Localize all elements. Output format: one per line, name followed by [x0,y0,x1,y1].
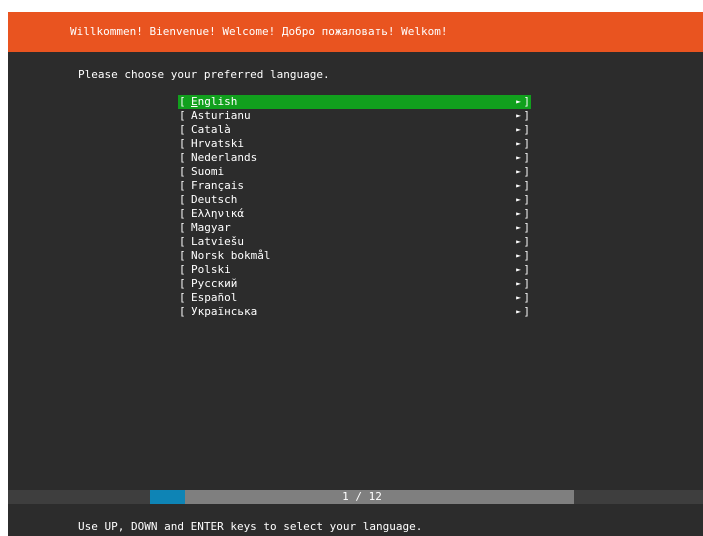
bracket-left: [ [179,123,186,136]
language-option-deutsch[interactable]: [ Deutsch ►] [178,193,531,207]
bracket-left: [ [179,137,186,150]
language-label: Asturianu [191,109,251,122]
language-label: Norsk bokmål [191,249,271,262]
bracket-right: ] [523,249,530,262]
bracket-right: ] [523,305,530,318]
language-option-español[interactable]: [ Español ►] [178,291,531,305]
bracket-right: ] [523,137,530,150]
language-label: Suomi [191,165,225,178]
progress-label: 1 / 12 [342,490,382,503]
bracket-left: [ [179,249,186,262]
language-label: Ελληνικά [191,207,244,220]
submenu-arrow-icon: ► [516,279,521,288]
submenu-arrow-icon: ► [516,97,521,106]
submenu-arrow-icon: ► [516,237,521,246]
submenu-arrow-icon: ► [516,153,521,162]
language-option-українська[interactable]: [ Українська ►] [178,305,531,319]
bracket-left: [ [179,291,186,304]
language-option-català[interactable]: [ Català ►] [178,123,531,137]
language-option-suomi[interactable]: [ Suomi ►] [178,165,531,179]
language-option-magyar[interactable]: [ Magyar ►] [178,221,531,235]
footer-help-text: Use UP, DOWN and ENTER keys to select yo… [78,520,423,533]
bracket-left: [ [179,277,186,290]
bracket-left: [ [179,207,186,220]
bracket-left: [ [179,221,186,234]
bracket-left: [ [179,235,186,248]
bracket-right: ] [523,263,530,276]
submenu-arrow-icon: ► [516,223,521,232]
bracket-right: ] [523,193,530,206]
bracket-left: [ [179,165,186,178]
bracket-left: [ [179,263,186,276]
language-label: Hrvatski [191,137,244,150]
language-label: Deutsch [191,193,238,206]
bracket-right: ] [523,109,530,122]
language-option-english[interactable]: [ English ►] [178,95,531,109]
submenu-arrow-icon: ► [516,251,521,260]
bracket-right: ] [523,165,530,178]
progress-bar: 1 / 12 [8,490,703,504]
bracket-right: ] [523,95,530,108]
language-label: Русский [191,277,238,290]
language-option-nederlands[interactable]: [ Nederlands ►] [178,151,531,165]
submenu-arrow-icon: ► [516,195,521,204]
submenu-arrow-icon: ► [516,209,521,218]
language-option-русский[interactable]: [ Русский ►] [178,277,531,291]
bracket-right: ] [523,123,530,136]
submenu-arrow-icon: ► [516,167,521,176]
language-label: Nederlands [191,151,258,164]
bracket-left: [ [179,179,186,192]
language-label: Українська [191,305,258,318]
bracket-left: [ [179,151,186,164]
submenu-arrow-icon: ► [516,307,521,316]
language-option-norsk-bokmål[interactable]: [ Norsk bokmål ►] [178,249,531,263]
language-option-ελληνικά[interactable]: [ Ελληνικά ►] [178,207,531,221]
bracket-right: ] [523,207,530,220]
submenu-arrow-icon: ► [516,265,521,274]
bracket-left: [ [179,95,186,108]
language-label: Español [191,291,238,304]
bracket-right: ] [523,235,530,248]
language-label: English [191,95,238,108]
language-label: Français [191,179,244,192]
language-label: Polski [191,263,231,276]
language-label: Latviešu [191,235,244,248]
language-list: [ English ►] [ Asturianu ►] [ Català ►] [ Hrvatski… [178,95,531,319]
language-option-hrvatski[interactable]: [ Hrvatski ►] [178,137,531,151]
bracket-right: ] [523,277,530,290]
language-label: Magyar [191,221,231,234]
language-prompt: Please choose your preferred language. [78,68,330,81]
installer-screen: Willkommen! Bienvenue! Welcome! Добро по… [8,12,703,536]
bracket-right: ] [523,151,530,164]
bracket-right: ] [523,221,530,234]
bracket-left: [ [179,193,186,206]
progress-track: 1 / 12 [150,490,574,504]
submenu-arrow-icon: ► [516,139,521,148]
bracket-right: ] [523,291,530,304]
bracket-right: ] [523,179,530,192]
submenu-arrow-icon: ► [516,293,521,302]
submenu-arrow-icon: ► [516,125,521,134]
welcome-header: Willkommen! Bienvenue! Welcome! Добро по… [8,12,703,52]
language-label: Català [191,123,231,136]
language-option-polski[interactable]: [ Polski ►] [178,263,531,277]
submenu-arrow-icon: ► [516,181,521,190]
language-option-asturianu[interactable]: [ Asturianu ►] [178,109,531,123]
language-option-latviešu[interactable]: [ Latviešu ►] [178,235,531,249]
bracket-left: [ [179,305,186,318]
bracket-left: [ [179,109,186,122]
language-option-français[interactable]: [ Français ►] [178,179,531,193]
submenu-arrow-icon: ► [516,111,521,120]
